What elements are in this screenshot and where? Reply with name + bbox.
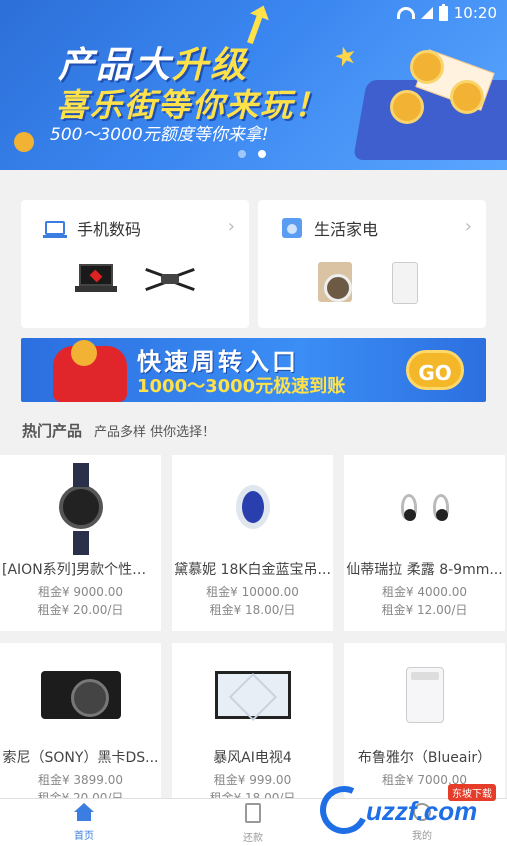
appliance-icon xyxy=(282,218,302,238)
section-subtitle: 产品多样 供你选择！ xyxy=(94,425,216,440)
signal-icon xyxy=(420,7,433,19)
washer-image xyxy=(318,262,352,302)
go-button[interactable]: GO xyxy=(406,350,464,390)
hero-banner[interactable]: 10:20 产品大升级 喜乐街等你来玩！ 500～3000元额度等你来拿! ★ xyxy=(0,0,507,170)
product-price: 租金¥ 4000.00 xyxy=(381,585,468,599)
product-rent: 租金¥ 18.00/日 xyxy=(209,603,296,617)
battery-icon xyxy=(438,3,448,21)
chevron-right-icon: › xyxy=(464,216,472,237)
hero-illustration xyxy=(350,49,507,160)
tv-image xyxy=(172,653,333,737)
wifi-icon xyxy=(396,7,415,19)
product-card[interactable]: [AION系列]男款个性表... 租金¥ 9000.00 租金¥ 20.00/日 xyxy=(0,455,161,631)
product-name: [AION系列]男款个性表... xyxy=(2,562,159,578)
carousel-dot[interactable] xyxy=(238,150,246,158)
nav-home[interactable]: 首页 xyxy=(44,803,124,842)
bill-icon xyxy=(245,803,261,823)
watch-image xyxy=(0,463,161,555)
product-name: 布鲁雅尔（Blueair） xyxy=(357,750,492,766)
arrow-up-icon xyxy=(247,13,263,45)
nav-repay-label: 还款 xyxy=(243,833,263,844)
product-name: 暴风AI电视4 xyxy=(213,750,292,766)
hero-subtitle: 500～3000元额度等你来拿! xyxy=(50,125,269,145)
product-card[interactable]: 黛慕妮 18K白金蓝宝吊... 租金¥ 10000.00 租金¥ 18.00/日 xyxy=(172,455,333,631)
product-price: 租金¥ 3899.00 xyxy=(37,773,124,787)
product-card[interactable]: 索尼（SONY）黑卡DS... 租金¥ 3899.00 租金¥ 20.00/日 xyxy=(0,643,161,819)
category-label: 生活家电 xyxy=(314,220,379,239)
section-title: 热门产品 xyxy=(22,422,83,440)
promo-subtitle: 1000～3000元极速到账 xyxy=(137,376,346,397)
air-purifier-image xyxy=(344,653,505,737)
product-rent: 租金¥ 12.00/日 xyxy=(381,603,468,617)
drone-image xyxy=(143,264,195,294)
product-card[interactable]: 仙蒂瑞拉 柔露 8-9mm... 租金¥ 4000.00 租金¥ 12.00/日 xyxy=(344,455,505,631)
carousel-dot-active[interactable] xyxy=(258,150,266,158)
hot-products-heading: 热门产品 产品多样 供你选择！ xyxy=(22,420,215,441)
purifier-image xyxy=(392,262,418,304)
category-header: 生活家电 xyxy=(282,216,378,240)
product-price: 租金¥ 999.00 xyxy=(213,773,292,787)
coin-icon xyxy=(14,132,34,152)
category-header: 手机数码 xyxy=(43,216,142,240)
status-bar: 10:20 xyxy=(396,3,497,22)
category-card-appliances[interactable]: 生活家电 › xyxy=(258,200,486,328)
home-icon xyxy=(74,803,94,821)
status-time: 10:20 xyxy=(453,4,497,22)
coin-icon xyxy=(390,90,424,124)
product-price: 租金¥ 10000.00 xyxy=(206,585,299,599)
coin-icon xyxy=(71,340,97,366)
nav-repay[interactable]: 还款 xyxy=(213,803,293,844)
product-rent: 租金¥ 20.00/日 xyxy=(37,603,124,617)
product-card[interactable]: 暴风AI电视4 租金¥ 999.00 租金¥ 18.00/日 xyxy=(172,643,333,819)
carousel-dots[interactable] xyxy=(238,150,266,158)
nav-home-label: 首页 xyxy=(74,831,94,842)
coin-icon xyxy=(450,80,484,114)
laptop-icon xyxy=(43,221,67,238)
earrings-image xyxy=(344,465,505,549)
coin-icon xyxy=(410,50,444,84)
category-card-digital[interactable]: 手机数码 › xyxy=(21,200,249,328)
product-price: 租金¥ 9000.00 xyxy=(37,585,124,599)
camera-image xyxy=(0,653,161,737)
laptop-image xyxy=(75,264,117,294)
product-name: 黛慕妮 18K白金蓝宝吊... xyxy=(174,562,331,578)
chevron-right-icon: › xyxy=(227,216,235,237)
promo-banner[interactable]: 快速周转入口 1000～3000元极速到账 GO xyxy=(21,338,486,402)
watermark-tag: 东坡下载 xyxy=(448,784,496,801)
category-label: 手机数码 xyxy=(77,220,142,239)
watermark-logo: uzzf.com 东坡下载 xyxy=(313,779,500,842)
product-name: 索尼（SONY）黑卡DS... xyxy=(2,750,159,766)
product-name: 仙蒂瑞拉 柔露 8-9mm... xyxy=(346,562,503,578)
pendant-image xyxy=(172,465,333,549)
